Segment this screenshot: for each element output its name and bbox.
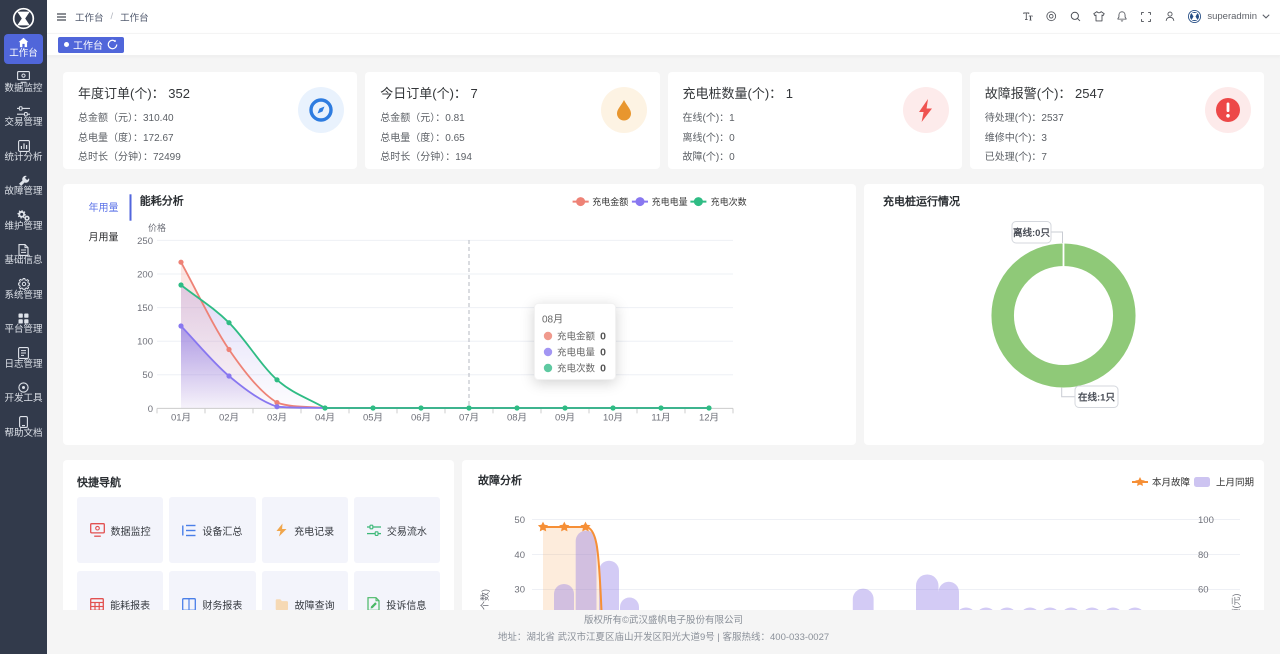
svg-text:充电电量: 充电电量 (557, 346, 596, 358)
svg-text:200: 200 (137, 269, 153, 280)
svg-text:充电金额: 充电金额 (592, 196, 628, 207)
svg-text:0: 0 (148, 404, 153, 415)
svg-text:10月: 10月 (603, 413, 623, 424)
svg-text:离线:0只: 离线:0只 (1013, 227, 1050, 239)
svg-text:0: 0 (600, 330, 606, 342)
svg-text:03月: 03月 (267, 413, 287, 424)
svg-text:充电电量: 充电电量 (652, 196, 688, 207)
svg-text:50: 50 (514, 515, 525, 526)
svg-text:05月: 05月 (363, 413, 383, 424)
svg-text:02月: 02月 (219, 413, 239, 424)
svg-text:04月: 04月 (315, 413, 335, 424)
svg-text:07月: 07月 (459, 413, 479, 424)
svg-text:充电桩运行情况: 充电桩运行情况 (883, 194, 960, 208)
svg-text:12月: 12月 (699, 413, 719, 424)
svg-text:06月: 06月 (411, 413, 431, 424)
svg-text:40: 40 (514, 550, 525, 561)
svg-text:0: 0 (600, 346, 606, 358)
svg-text:本月故障: 本月故障 (1152, 476, 1191, 488)
svg-text:60: 60 (1198, 585, 1209, 596)
svg-text:150: 150 (137, 303, 153, 314)
svg-text:30: 30 (514, 585, 525, 596)
svg-text:能耗分析: 能耗分析 (140, 194, 184, 208)
svg-text:年用量: 年用量 (89, 201, 119, 214)
svg-text:月用量: 月用量 (89, 232, 119, 244)
svg-text:充电次数: 充电次数 (711, 196, 747, 207)
svg-text:100: 100 (1198, 515, 1214, 526)
svg-text:充电次数: 充电次数 (557, 362, 596, 374)
svg-text:100: 100 (137, 337, 153, 348)
svg-text:250: 250 (137, 236, 153, 247)
svg-text:充电金额: 充电金额 (557, 330, 596, 342)
svg-text:01月: 01月 (171, 413, 191, 424)
svg-text:50: 50 (142, 370, 153, 381)
svg-text:09月: 09月 (555, 413, 575, 424)
svg-text:08月: 08月 (507, 413, 527, 424)
svg-text:11月: 11月 (651, 413, 670, 424)
svg-text:价格: 价格 (148, 222, 166, 233)
svg-text:08月: 08月 (542, 314, 563, 326)
svg-text:80: 80 (1198, 550, 1209, 561)
svg-text:故障分析: 故障分析 (478, 473, 522, 487)
svg-text:0: 0 (600, 362, 606, 374)
svg-text:在线:1只: 在线:1只 (1078, 391, 1115, 403)
svg-text:上月同期: 上月同期 (1216, 477, 1254, 488)
